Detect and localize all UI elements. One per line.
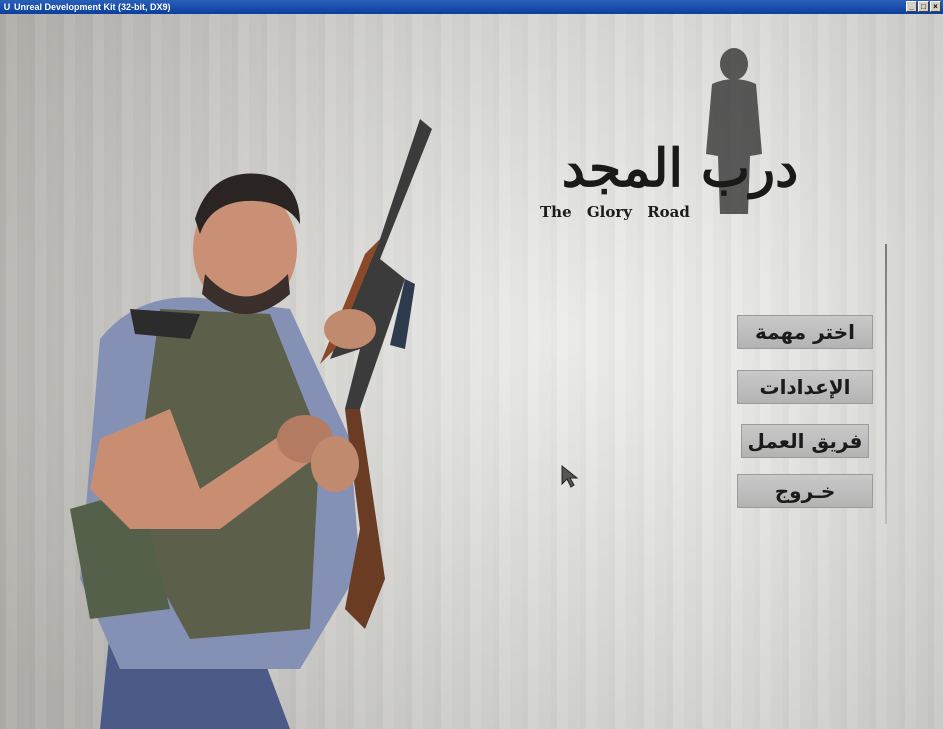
close-button[interactable]: ×: [930, 1, 941, 12]
window-titlebar: U Unreal Development Kit (32-bit, DX9) _…: [0, 0, 943, 14]
window-controls: _ □ ×: [906, 1, 941, 13]
select-mission-button[interactable]: اختر مهمة: [737, 315, 873, 349]
app-icon: U: [3, 2, 11, 12]
game-logo-english: The Glory Road: [540, 203, 690, 221]
credits-button[interactable]: فريق العمل: [741, 424, 869, 458]
mouse-cursor-icon: [561, 464, 579, 488]
menu-divider: [885, 244, 887, 524]
maximize-button[interactable]: □: [918, 1, 929, 12]
minimize-button[interactable]: _: [906, 1, 917, 12]
settings-button[interactable]: الإعدادات: [737, 370, 873, 404]
game-logo-arabic: درب المجد: [561, 138, 799, 199]
fighter-illustration: [70, 119, 432, 729]
exit-button[interactable]: خـروج: [737, 474, 873, 508]
window-title: Unreal Development Kit (32-bit, DX9): [14, 2, 171, 12]
game-main-menu: درب المجد The Glory Road اختر مهمة الإعد…: [0, 14, 943, 729]
